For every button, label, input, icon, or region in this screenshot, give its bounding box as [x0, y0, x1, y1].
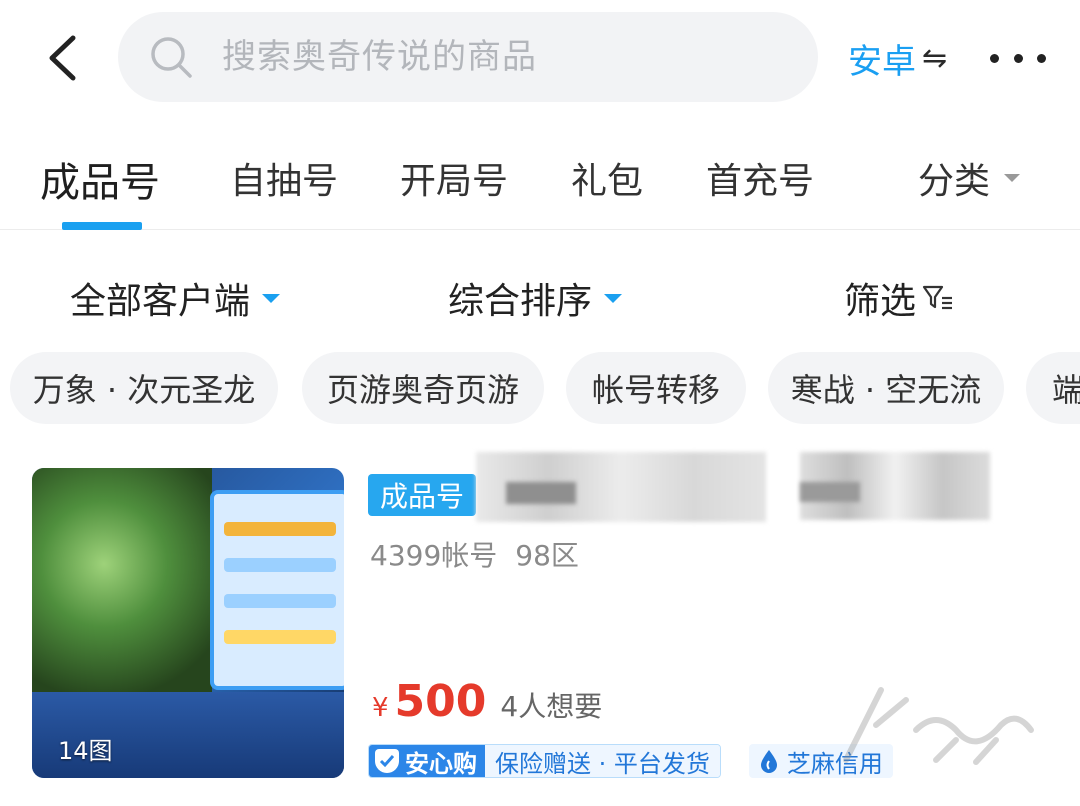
more-dot-icon	[1037, 53, 1046, 63]
chip-item[interactable]: 帐号转移	[566, 352, 746, 424]
search-input[interactable]	[222, 37, 782, 77]
category-dropdown[interactable]: 分类	[918, 152, 1021, 204]
active-tab-indicator	[62, 222, 142, 230]
platform-switch[interactable]: 安卓 ⇋	[848, 34, 947, 82]
currency-symbol: ¥	[372, 693, 389, 723]
search-icon	[148, 34, 194, 80]
chip-item[interactable]: 万象 · 次元圣龙	[10, 352, 278, 424]
game-stats-panel	[210, 490, 344, 690]
client-filter-label: 全部客户端	[70, 281, 251, 322]
more-dot-icon	[1013, 53, 1023, 63]
tab-gift-pack[interactable]: 礼包	[571, 152, 643, 204]
chip-item[interactable]: 寒战 · 空无流	[768, 352, 1004, 424]
more-dot-icon	[990, 53, 999, 63]
caret-down-icon	[1004, 174, 1021, 182]
caret-down-icon	[604, 293, 623, 303]
search-box[interactable]	[118, 12, 818, 102]
tab-finished-account[interactable]: 成品号	[40, 150, 160, 208]
server-label: 98区	[515, 539, 579, 572]
category-label: 分类	[918, 161, 991, 202]
filter-label: 筛选	[844, 281, 917, 322]
back-button[interactable]	[38, 30, 86, 86]
top-bar: 安卓 ⇋	[0, 0, 1080, 116]
watermark-logo-icon	[843, 687, 1034, 765]
client-filter[interactable]: 全部客户端	[70, 272, 281, 324]
sesame-credit-icon	[760, 750, 777, 773]
tab-first-recharge[interactable]: 首充号	[706, 152, 814, 204]
switch-arrows-icon: ⇋	[922, 40, 948, 76]
secure-purchase-badge: 安心购 保险赠送 · 平台发货	[368, 744, 721, 778]
secure-badge-label: 安心购	[405, 749, 477, 778]
more-button[interactable]	[990, 36, 1046, 80]
wants-count: 4人想要	[500, 690, 603, 723]
price-value: 500	[394, 676, 487, 727]
caret-down-icon	[262, 293, 281, 303]
trust-badges: 安心购 保险赠送 · 平台发货 芝麻信用	[368, 744, 893, 778]
tab-self-draw-account[interactable]: 自抽号	[230, 152, 338, 204]
chevron-left-icon	[49, 35, 76, 81]
filter-icon	[922, 285, 953, 310]
shield-check-icon	[375, 749, 399, 773]
sort-dropdown[interactable]: 综合排序	[448, 272, 623, 324]
tab-starter-account[interactable]: 开局号	[400, 152, 508, 204]
image-count: 14图	[58, 737, 113, 765]
product-type-tag: 成品号	[368, 474, 477, 516]
account-source: 4399帐号	[370, 539, 498, 572]
tabs-fade	[808, 118, 868, 222]
filter-bar: 全部客户端 综合排序 筛选	[0, 232, 1080, 346]
price-row: ¥ 500 4人想要	[372, 676, 602, 727]
chip-item[interactable]: 端	[1026, 352, 1080, 424]
secure-badge-desc: 保险赠送 · 平台发货	[485, 745, 720, 777]
filter-button[interactable]: 筛选	[844, 272, 954, 324]
platform-label: 安卓	[848, 41, 916, 82]
product-thumbnail[interactable]: 14图	[32, 468, 344, 778]
character-art	[32, 468, 212, 708]
quick-filter-chips: 万象 · 次元圣龙 页游奥奇页游 帐号转移 寒战 · 空无流 端	[10, 352, 1080, 424]
sort-label: 综合排序	[448, 281, 593, 322]
blurred-title	[476, 452, 1006, 522]
product-meta: 4399帐号 98区	[370, 534, 579, 574]
chip-item[interactable]: 页游奥奇页游	[302, 352, 544, 424]
category-tabs: 成品号 自抽号 开局号 礼包 首充号 分类	[0, 118, 1080, 230]
